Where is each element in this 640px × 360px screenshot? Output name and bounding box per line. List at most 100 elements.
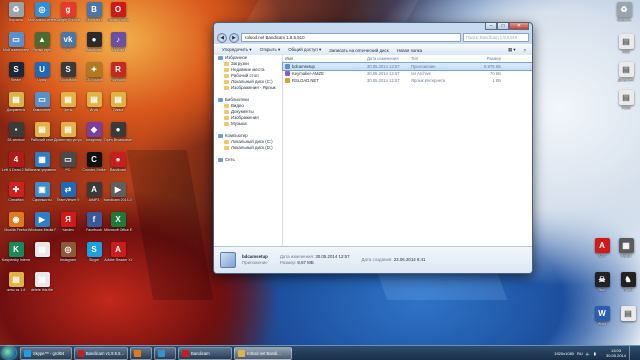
desktop-icon[interactable]: g Google Chrome [54,2,82,32]
app-icon: ▶ [110,182,126,197]
forward-arrow-icon[interactable]: ▶ [229,32,239,43]
desktop-icon[interactable]: ▶Windows Media Player [28,212,56,242]
app-icon: R [110,62,126,77]
file-row[interactable]: bdcamsetup 30.05.2014 12:57 Приложение 8 87… [282,62,532,71]
desktop-icon[interactable]: ◎Моё-мягко-сетевой [28,2,56,32]
desktop-icon[interactable]: ▤ Папка [104,92,132,122]
taskbar-button[interactable] [130,346,152,360]
desktop-icon[interactable]: ▤ Рабочий стол [28,122,56,152]
taskbar-button[interactable]: Bandicam [178,346,232,360]
desktop-icon[interactable]: ▤Диспетчер устройств [54,122,82,152]
app-icon: ▪ [8,122,24,137]
taskbar-app-icon [238,349,245,357]
file-date: 30.05.2014 12:57 [367,78,400,83]
column-date[interactable]: Дата изменения [367,55,411,62]
desktop-icon[interactable]: ▦Панель управления [28,152,56,182]
desktop-icon[interactable]: ▤ Файл [612,90,640,120]
desktop-icon[interactable]: ▤ delete this file [28,272,56,302]
desktop-icon[interactable]: KKaspersky Internet Se. [2,242,30,272]
desktop-icon[interactable]: ⇄ TeamViewer 9 [54,182,82,212]
desktop-icon[interactable]: ♻ Корзина [610,2,638,32]
taskbar-button[interactable]: Bandicam v1.9.5.5... [74,346,128,360]
explorer-window: – □ ✕ ◀ ▶ rolsod.net Bandicam 1.9.5.510 … [213,22,533,274]
detail-size: 8,67 МБ [297,260,314,265]
desktop-icon[interactable]: Я Yandex [54,212,82,242]
app-icon: ▤ [8,92,24,107]
taskbar-button[interactable]: Skype™ - grol94 [20,346,72,360]
minimize-button[interactable]: – [485,23,497,30]
close-button[interactable]: ✕ [509,23,529,30]
file-icon [285,71,290,76]
start-button[interactable] [2,347,16,359]
desktop-icon[interactable]: ♞ Ghost [614,272,640,302]
desktop-icon[interactable]: ▤ [28,242,56,272]
desktop-icon[interactable]: ▤ Читы [54,92,82,122]
view-options-icon[interactable]: ▦ ▾ [508,47,516,53]
desktop-icon[interactable]: ▦ Ярлык [612,238,640,268]
open-button[interactable]: Открыть ▾ [260,47,281,53]
taskbar-button[interactable] [154,346,176,360]
desktop-icon[interactable]: R RcWoods [104,62,132,92]
desktop-icon[interactable]: ◎ Instagram [54,242,82,272]
desktop-icon[interactable]: ▭ Мой компьютер [2,32,30,62]
app-icon: ▲ [34,32,50,47]
taskbar-button[interactable]: rolsod.net Bandi... [234,346,292,360]
desktop-icon[interactable]: ● Bandicam [104,152,132,182]
desktop-icon[interactable]: ♪ Музыка [104,32,132,62]
volume-icon[interactable]: 🔈 [586,351,591,356]
desktop-icon[interactable]: XMicrosoft Office Exc. [104,212,132,242]
desktop-icon[interactable]: S Steam [2,62,30,92]
desktop-icon[interactable]: 4 Left 4 Dead 2 Beta [2,152,30,182]
clock[interactable]: 13:03 30.05.2014 [606,348,626,358]
column-size[interactable]: Размер [451,55,505,62]
taskbar-app-icon [134,349,141,357]
desktop-icon[interactable]: ▪ 28-window [2,122,30,152]
desktop-icon[interactable]: vk VK [54,32,82,62]
help-icon[interactable]: ? [524,48,526,53]
desktop-icon[interactable]: U Uplay [28,62,56,92]
desktop-icon[interactable]: ☠ Skull [588,272,616,302]
maximize-button[interactable]: □ [497,23,509,30]
desktop-icon[interactable]: W Word [588,306,616,336]
column-type[interactable]: Тип [411,55,451,62]
desktop-icon[interactable]: A Adobe Reader XI [104,242,132,272]
burn-button[interactable]: Записать на оптический диск [329,48,388,53]
organize-menu[interactable]: Упорядочить ▾ [222,47,252,53]
desktop-icon-label: Скриншоты [32,198,52,202]
desktop-icon[interactable]: ▣ Скриншоты [28,182,56,212]
file-icon [220,252,236,268]
desktop-icon[interactable]: ▤ Мой [612,34,640,64]
column-name[interactable]: Имя [283,55,367,62]
desktop-icon[interactable]: O Ярлык Opera [104,2,132,32]
desktop-icon[interactable]: ▶bandicam 2014-05-30 [104,182,132,212]
back-arrow-icon[interactable]: ◀ [217,32,227,43]
desktop-icon[interactable]: ▤ Документ [612,62,640,92]
desktop-icon-label: Left 4 Dead 2 Beta [2,168,30,172]
desktop-icon-label: Adobe Reader XI [104,258,132,262]
desktop-icon[interactable]: ▭ Компьютер [28,92,56,122]
address-bar[interactable]: rolsod.net Bandicam 1.9.5.510 [241,33,461,42]
folder-icon [224,146,229,150]
desktop-icon[interactable]: ▤ Документы [2,92,30,122]
desktop-icon[interactable]: ● Open Broadcaster [104,122,132,152]
file-row[interactable]: RSLOAD.NET 30.05.2014 12:57 Ярлык Интернет… [283,77,532,84]
new-folder-button[interactable]: Новая папка [397,48,423,53]
nav-tree-item[interactable]: Сеть [214,157,282,163]
desktop-icon[interactable]: ♻ Корзина [2,2,30,32]
address-row: ◀ ▶ rolsod.net Bandicam 1.9.5.510 Поиск:… [217,32,529,43]
language-indicator[interactable]: RU [577,351,583,356]
folder-icon [224,74,229,78]
desktop-icon[interactable]: S SoundMax [54,62,82,92]
file-row[interactable]: Keymaker-AMZE 30.05.2014 12:57 rar Archive… [283,70,532,77]
share-menu[interactable]: Общий доступ ▾ [288,47,321,53]
desktop-icon[interactable]: ▤ [614,306,640,336]
app-icon: ▤ [618,34,634,49]
desktop-icon[interactable]: ◉ Mozilla Firefox [2,212,30,242]
desktop-icon[interactable]: ✚ Cheatfish [2,182,30,212]
desktop-icon[interactable]: ▤ читы cs 1.6 [2,272,30,302]
network-icon[interactable]: ▮ [594,351,596,356]
show-desktop-button[interactable] [629,346,640,360]
desktop-icon[interactable]: ▲ Ярлык игры [28,32,56,62]
search-input[interactable]: Поиск: Bandicam 1.9.5.510 [463,33,529,42]
desktop-icon[interactable]: ▭ PC [54,152,82,182]
